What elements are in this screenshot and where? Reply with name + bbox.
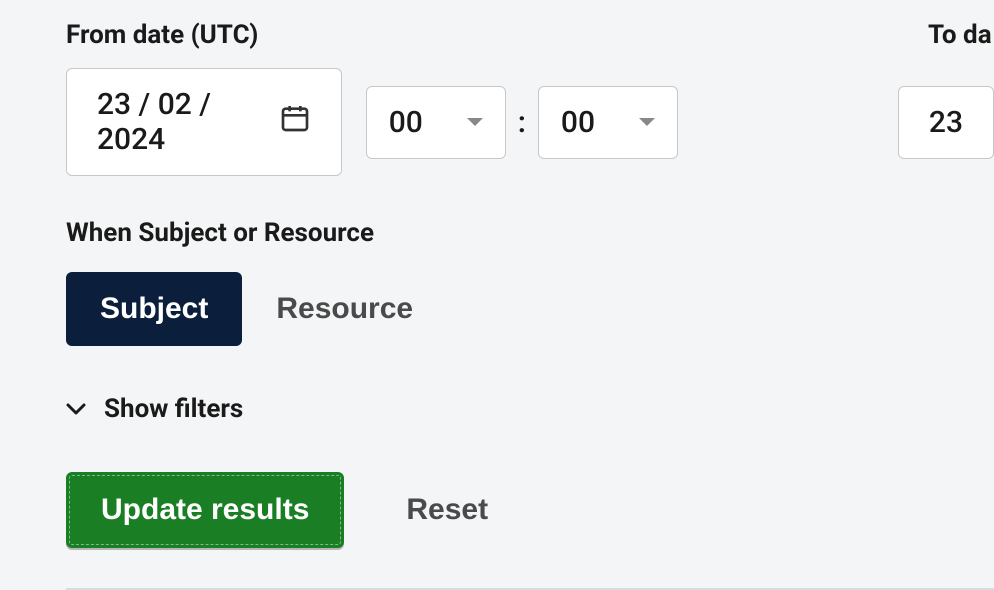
reset-button[interactable]: Reset xyxy=(400,492,494,528)
from-date-label: From date (UTC) xyxy=(66,20,928,50)
from-hour-value: 00 xyxy=(389,105,423,140)
from-date-value: 23 / 02 / 2024 xyxy=(97,87,269,157)
from-minute-value: 00 xyxy=(561,105,595,140)
update-results-button[interactable]: Update results xyxy=(66,472,344,548)
time-colon: : xyxy=(518,105,526,140)
to-date-input[interactable]: 23 xyxy=(898,86,994,159)
calendar-icon xyxy=(279,102,311,142)
to-date-value: 23 xyxy=(929,105,963,140)
subject-toggle[interactable]: Subject xyxy=(66,272,242,346)
show-filters-label: Show filters xyxy=(104,394,243,424)
chevron-down-icon xyxy=(66,394,86,424)
subject-resource-label: When Subject or Resource xyxy=(66,218,994,248)
from-date-input[interactable]: 23 / 02 / 2024 xyxy=(66,68,342,176)
chevron-down-icon xyxy=(639,118,655,126)
resource-toggle[interactable]: Resource xyxy=(276,272,447,346)
to-date-label: To da xyxy=(928,20,992,50)
show-filters-toggle[interactable]: Show filters xyxy=(66,394,994,424)
chevron-down-icon xyxy=(467,118,483,126)
from-minute-select[interactable]: 00 xyxy=(538,86,678,159)
from-hour-select[interactable]: 00 xyxy=(366,86,506,159)
